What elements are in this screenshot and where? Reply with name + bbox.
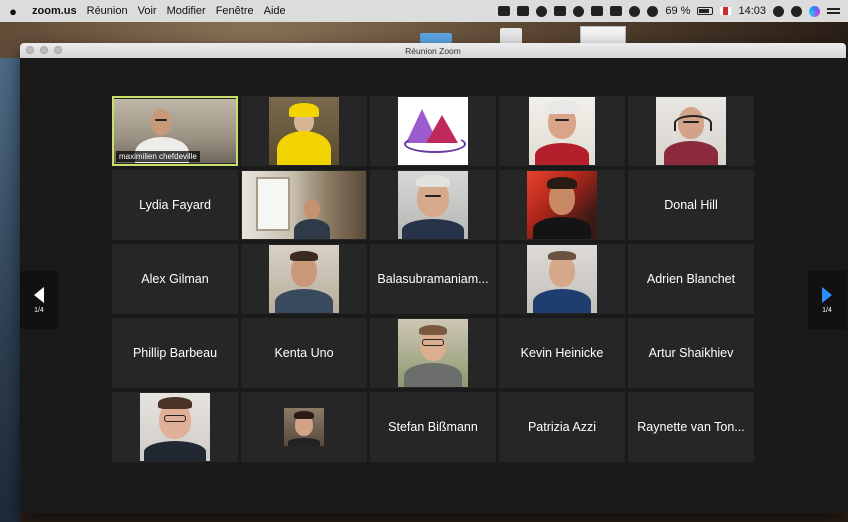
apple-menu-icon[interactable]: ● xyxy=(8,4,18,19)
battery-icon[interactable] xyxy=(697,7,714,15)
desktop-folder-icon[interactable] xyxy=(420,33,452,43)
participant-name: Patrizia Azzi xyxy=(527,420,597,434)
zoom-window-button[interactable] xyxy=(54,46,62,54)
participant-name: Alex Gilman xyxy=(141,272,209,286)
clock[interactable]: 14:03 xyxy=(738,5,766,17)
participant-name: Raynette van Ton... xyxy=(637,420,745,434)
zoom-status-icon[interactable] xyxy=(498,6,511,16)
participant-name-tag: maximilien chefdeville xyxy=(116,151,200,162)
menu-fenetre[interactable]: Fenêtre xyxy=(216,5,254,17)
participant-name: Adrien Blanchet xyxy=(646,272,736,286)
status-area: 69 % 14:03 xyxy=(498,5,840,17)
participant-tile[interactable] xyxy=(370,96,496,166)
participant-video xyxy=(398,97,468,165)
participant-video xyxy=(656,97,726,165)
participant-video xyxy=(269,245,339,313)
participant-video xyxy=(140,393,210,461)
participant-tile[interactable]: Phillip Barbeau xyxy=(112,318,238,388)
participant-tile[interactable]: Adrien Blanchet xyxy=(628,244,754,314)
close-window-button[interactable] xyxy=(26,46,34,54)
participant-tile[interactable] xyxy=(628,96,754,166)
cloud-icon[interactable] xyxy=(573,5,585,17)
participant-video xyxy=(269,97,339,165)
gallery-view: 1/4 maximilien chefdeville Lydia Fayard … xyxy=(20,58,846,513)
participant-name: Lydia Fayard xyxy=(139,198,211,212)
previous-page-button[interactable]: 1/4 xyxy=(20,271,58,329)
participant-tile[interactable] xyxy=(370,170,496,240)
participant-tile[interactable]: Donal Hill xyxy=(628,170,754,240)
participant-tile[interactable] xyxy=(499,244,625,314)
menu-modifier[interactable]: Modifier xyxy=(167,5,206,17)
participant-tile[interactable]: maximilien chefdeville xyxy=(112,96,238,166)
participant-name: Balasubramaniam... xyxy=(377,272,489,286)
participant-video xyxy=(527,171,597,239)
chevron-right-icon xyxy=(822,286,832,303)
participant-tile[interactable] xyxy=(499,170,625,240)
page-indicator-left: 1/4 xyxy=(34,306,44,314)
participant-name: Artur Shaikhiev xyxy=(648,346,734,360)
menu-bar: ● zoom.us Réunion Voir Modifier Fenêtre … xyxy=(0,0,848,22)
participant-tile[interactable] xyxy=(241,244,367,314)
desktop-document-icon[interactable] xyxy=(500,28,522,44)
menu-reunion[interactable]: Réunion xyxy=(87,5,128,17)
participant-tile[interactable]: Stefan Bißmann xyxy=(370,392,496,462)
participant-name: Kevin Heinicke xyxy=(520,346,604,360)
participant-tile[interactable] xyxy=(241,96,367,166)
participant-tile[interactable]: Kevin Heinicke xyxy=(499,318,625,388)
window-titlebar[interactable]: Réunion Zoom xyxy=(20,43,846,58)
spotlight-search-icon[interactable] xyxy=(791,5,802,17)
participant-video xyxy=(398,171,468,239)
participant-tile[interactable] xyxy=(241,392,367,462)
participant-name: Phillip Barbeau xyxy=(132,346,218,360)
participant-tile[interactable] xyxy=(370,318,496,388)
participant-tile[interactable] xyxy=(112,392,238,462)
window-controls xyxy=(26,46,62,54)
participant-name: Donal Hill xyxy=(664,198,718,212)
participant-tile[interactable] xyxy=(499,96,625,166)
participant-tile[interactable]: Balasubramaniam... xyxy=(370,244,496,314)
sync-icon[interactable] xyxy=(536,5,548,17)
menu-app-name[interactable]: zoom.us xyxy=(32,5,77,17)
menu-voir[interactable]: Voir xyxy=(138,5,157,17)
page-indicator-right: 1/4 xyxy=(822,306,832,314)
participant-video xyxy=(398,319,468,387)
zoom-window: Réunion Zoom 1/4 maximilien chefdeville xyxy=(20,43,846,513)
participant-tile[interactable]: Patrizia Azzi xyxy=(499,392,625,462)
participant-tile[interactable] xyxy=(241,170,367,240)
participant-video xyxy=(284,408,324,446)
participant-tile[interactable]: Artur Shaikhiev xyxy=(628,318,754,388)
wifi-icon[interactable] xyxy=(647,5,659,17)
desktop-edge xyxy=(0,58,20,522)
siri-icon[interactable] xyxy=(809,5,820,17)
input-source-flag-icon[interactable] xyxy=(720,7,732,15)
participant-tile[interactable]: Raynette van Ton... xyxy=(628,392,754,462)
participant-name: Kenta Uno xyxy=(274,346,334,360)
minimize-window-button[interactable] xyxy=(40,46,48,54)
bluetooth-icon[interactable] xyxy=(629,5,641,17)
participant-name: Stefan Bißmann xyxy=(388,420,478,434)
participant-video xyxy=(529,97,595,165)
notification-center-icon[interactable] xyxy=(827,7,840,16)
airplay-icon[interactable] xyxy=(610,6,623,16)
battery-percent: 69 % xyxy=(665,5,691,17)
participant-video xyxy=(242,171,366,239)
chevron-left-icon xyxy=(34,286,44,303)
next-page-button[interactable]: 1/4 xyxy=(808,271,846,329)
desktop-image-thumbnail[interactable] xyxy=(580,26,626,44)
participant-tile[interactable]: Kenta Uno xyxy=(241,318,367,388)
participant-video xyxy=(527,245,597,313)
menu-aide[interactable]: Aide xyxy=(264,5,286,17)
user-icon[interactable] xyxy=(773,5,784,17)
participant-grid: maximilien chefdeville Lydia Fayard Dona… xyxy=(112,96,754,462)
dropbox-icon[interactable] xyxy=(517,6,530,16)
participant-tile[interactable]: Lydia Fayard xyxy=(112,170,238,240)
window-title: Réunion Zoom xyxy=(405,45,461,56)
screen-icon[interactable] xyxy=(554,6,567,16)
script-icon[interactable] xyxy=(591,6,604,16)
participant-tile[interactable]: Alex Gilman xyxy=(112,244,238,314)
